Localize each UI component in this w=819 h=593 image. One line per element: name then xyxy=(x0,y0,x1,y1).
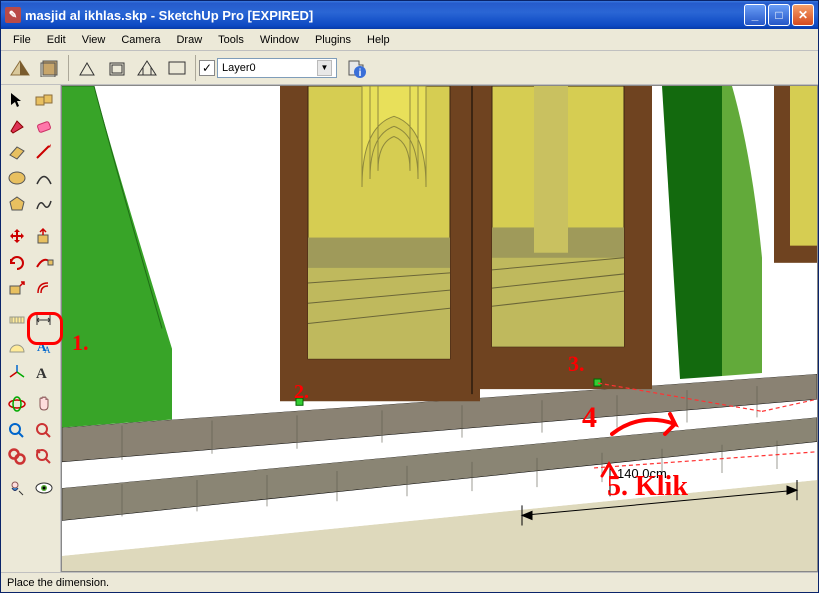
zoom-tool[interactable] xyxy=(3,417,30,443)
style-shaded-icon[interactable] xyxy=(6,54,34,82)
menu-edit[interactable]: Edit xyxy=(39,32,74,48)
tape-tool[interactable] xyxy=(3,307,30,333)
dimension-label: 140.0cm xyxy=(617,466,667,481)
layer-selected-label: Layer0 xyxy=(222,62,256,74)
annotation-caret-icon xyxy=(600,460,620,480)
offset-tool[interactable] xyxy=(30,275,57,301)
previous-tool[interactable] xyxy=(30,443,57,469)
text-tool[interactable]: AA xyxy=(30,333,57,359)
scale-tool[interactable] xyxy=(3,275,30,301)
move-tool[interactable] xyxy=(3,223,30,249)
paint-tool[interactable] xyxy=(3,113,30,139)
style-hiddenline-icon[interactable] xyxy=(73,54,101,82)
svg-text:A: A xyxy=(44,345,51,355)
annotation-arrow-icon xyxy=(610,404,720,444)
polygon-tool[interactable] xyxy=(3,191,30,217)
menu-bar: File Edit View Camera Draw Tools Window … xyxy=(1,29,818,51)
arc-tool[interactable] xyxy=(30,165,57,191)
status-bar: Place the dimension. xyxy=(1,572,818,592)
pan-tool[interactable] xyxy=(30,391,57,417)
3dtext-tool[interactable]: A xyxy=(30,359,57,385)
menu-tools[interactable]: Tools xyxy=(210,32,252,48)
eraser-tool[interactable] xyxy=(30,113,57,139)
layer-select[interactable]: Layer0 ▼ xyxy=(217,58,337,78)
close-button[interactable]: ✕ xyxy=(792,4,814,26)
rotate-tool[interactable] xyxy=(3,249,30,275)
style-wireframe-icon[interactable] xyxy=(36,54,64,82)
title-bar: ✎ masjid al ikhlas.skp - SketchUp Pro [E… xyxy=(1,1,818,29)
scene: 140.0cm xyxy=(62,86,817,571)
layer-visible-check[interactable]: ✓ xyxy=(199,60,215,76)
freehand-tool[interactable] xyxy=(30,191,57,217)
style-box-icon[interactable] xyxy=(133,54,161,82)
svg-text:i: i xyxy=(359,68,362,79)
menu-file[interactable]: File xyxy=(5,32,39,48)
viewport[interactable]: 140.0cm 2. 3. 4 5. Klik xyxy=(61,85,818,572)
style-tex-icon[interactable] xyxy=(163,54,191,82)
window-title: masjid al ikhlas.skp - SketchUp Pro [EXP… xyxy=(25,8,313,23)
menu-help[interactable]: Help xyxy=(359,32,398,48)
position-camera-tool[interactable] xyxy=(3,475,30,501)
axes-tool[interactable] xyxy=(3,359,30,385)
minimize-button[interactable]: _ xyxy=(744,4,766,26)
look-around-tool[interactable] xyxy=(30,475,57,501)
toolbar-left: AA A xyxy=(1,85,61,572)
dimension-tool[interactable] xyxy=(30,307,57,333)
app-icon: ✎ xyxy=(5,7,21,23)
maximize-button[interactable]: □ xyxy=(768,4,790,26)
toolbar-top: ✓ Layer0 ▼ i xyxy=(1,51,818,85)
orbit-tool[interactable] xyxy=(3,391,30,417)
rectangle-tool[interactable] xyxy=(3,139,30,165)
menu-view[interactable]: View xyxy=(74,32,114,48)
layer-info-icon[interactable]: i xyxy=(343,55,369,81)
svg-text:A: A xyxy=(36,366,47,381)
circle-tool[interactable] xyxy=(3,165,30,191)
pushpull-tool[interactable] xyxy=(30,223,57,249)
zoom-extents-tool[interactable] xyxy=(30,417,57,443)
menu-draw[interactable]: Draw xyxy=(168,32,210,48)
zoom-window-tool[interactable] xyxy=(3,443,30,469)
style-shaded2-icon[interactable] xyxy=(103,54,131,82)
component-tool[interactable] xyxy=(30,87,57,113)
menu-plugins[interactable]: Plugins xyxy=(307,32,359,48)
chevron-down-icon: ▼ xyxy=(317,60,332,76)
line-tool[interactable] xyxy=(30,139,57,165)
menu-camera[interactable]: Camera xyxy=(113,32,168,48)
select-tool[interactable] xyxy=(3,87,30,113)
followme-tool[interactable] xyxy=(30,249,57,275)
status-text: Place the dimension. xyxy=(7,577,109,589)
menu-window[interactable]: Window xyxy=(252,32,307,48)
protractor-tool[interactable] xyxy=(3,333,30,359)
